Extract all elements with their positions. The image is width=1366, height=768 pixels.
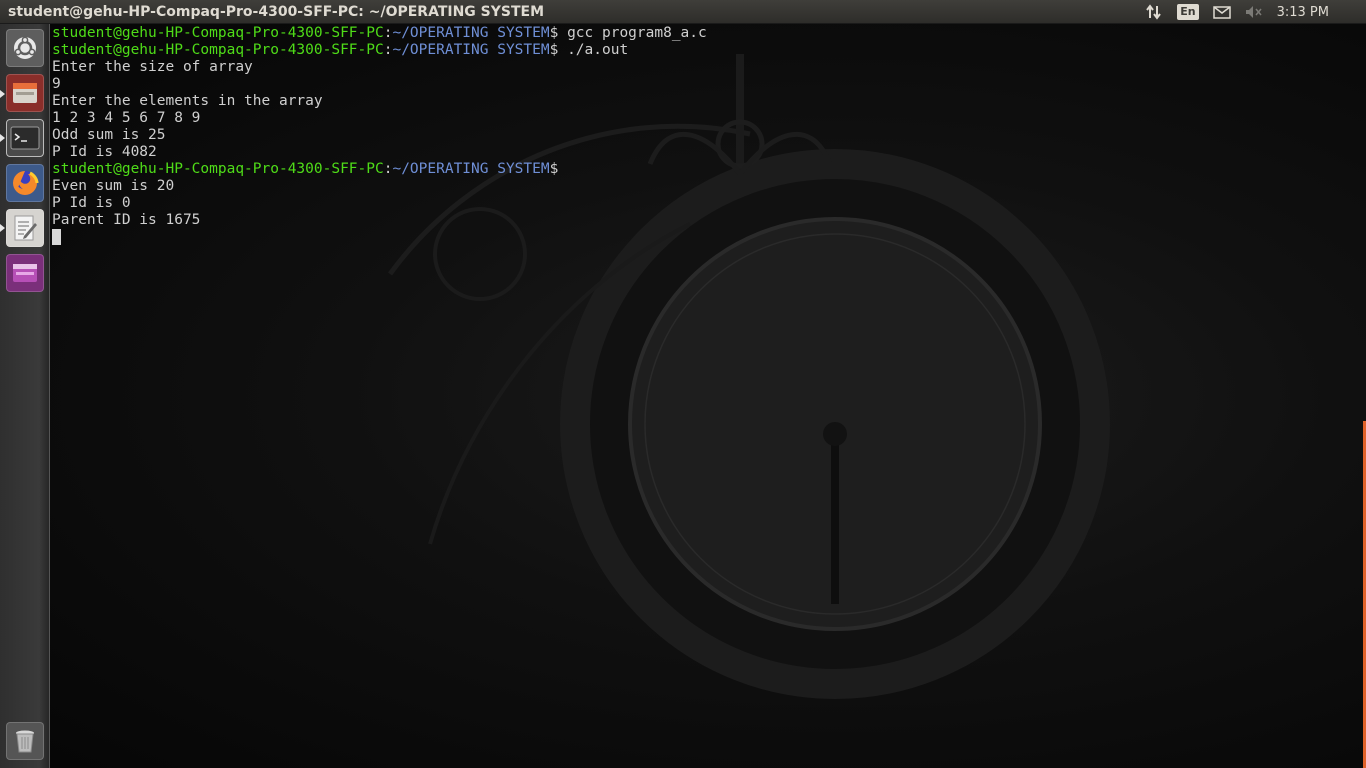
indicator-area: En 3:13 PM (1145, 0, 1366, 24)
terminal-line: student@gehu-HP-Compaq-Pro-4300-SFF-PC:~… (52, 25, 1366, 42)
output-line: Parent ID is 1675 (52, 212, 201, 228)
keyboard-layout-icon[interactable]: En (1177, 0, 1199, 24)
output-line: Enter the size of array (52, 59, 253, 75)
text-cursor (52, 229, 61, 245)
prompt-user: student@gehu-HP-Compaq-Pro-4300-SFF-PC (52, 25, 384, 41)
cursor-line (52, 229, 1366, 246)
running-indicator (0, 224, 5, 232)
dash-home-icon[interactable] (6, 29, 44, 67)
output-line: 1 2 3 4 5 6 7 8 9 (52, 110, 201, 126)
terminal-output[interactable]: student@gehu-HP-Compaq-Pro-4300-SFF-PC:~… (50, 24, 1366, 768)
output-line: P Id is 0 (52, 195, 131, 211)
software-icon[interactable] (6, 254, 44, 292)
text-editor-icon[interactable] (6, 209, 44, 247)
mail-icon[interactable] (1212, 0, 1231, 24)
running-indicator (0, 90, 5, 98)
prompt-user: student@gehu-HP-Compaq-Pro-4300-SFF-PC (52, 161, 384, 177)
firefox-icon[interactable] (6, 164, 44, 202)
command-text: ./a.out (558, 42, 629, 58)
trash-icon[interactable] (6, 722, 44, 760)
network-updown-icon[interactable] (1145, 0, 1163, 24)
prompt-user: student@gehu-HP-Compaq-Pro-4300-SFF-PC (52, 42, 384, 58)
output-line: Odd sum is 25 (52, 127, 166, 143)
prompt-path: ~/OPERATING SYSTEM (392, 42, 550, 58)
prompt-dollar: $ (549, 161, 559, 177)
files-icon[interactable] (6, 74, 44, 112)
terminal-line: student@gehu-HP-Compaq-Pro-4300-SFF-PC:~… (52, 161, 1366, 178)
terminal-line: student@gehu-HP-Compaq-Pro-4300-SFF-PC:~… (52, 42, 1366, 59)
output-line: Enter the elements in the array (52, 93, 323, 109)
terminal-icon[interactable] (6, 119, 44, 157)
output-line: Even sum is 20 (52, 178, 175, 194)
window-title: student@gehu-HP-Compaq-Pro-4300-SFF-PC: … (8, 3, 545, 20)
volume-muted-icon[interactable] (1245, 0, 1263, 24)
top-panel: student@gehu-HP-Compaq-Pro-4300-SFF-PC: … (0, 0, 1366, 24)
output-line: P Id is 4082 (52, 144, 157, 160)
launcher (0, 24, 50, 768)
prompt-path: ~/OPERATING SYSTEM (392, 161, 550, 177)
prompt-path: ~/OPERATING SYSTEM (392, 25, 550, 41)
keyboard-layout-label: En (1177, 4, 1199, 20)
terminal-window[interactable]: student@gehu-HP-Compaq-Pro-4300-SFF-PC:~… (50, 24, 1366, 768)
running-indicator (0, 134, 5, 142)
clock[interactable]: 3:13 PM (1277, 5, 1329, 20)
output-line: 9 (52, 76, 61, 92)
command-text: gcc program8_a.c (558, 25, 707, 41)
